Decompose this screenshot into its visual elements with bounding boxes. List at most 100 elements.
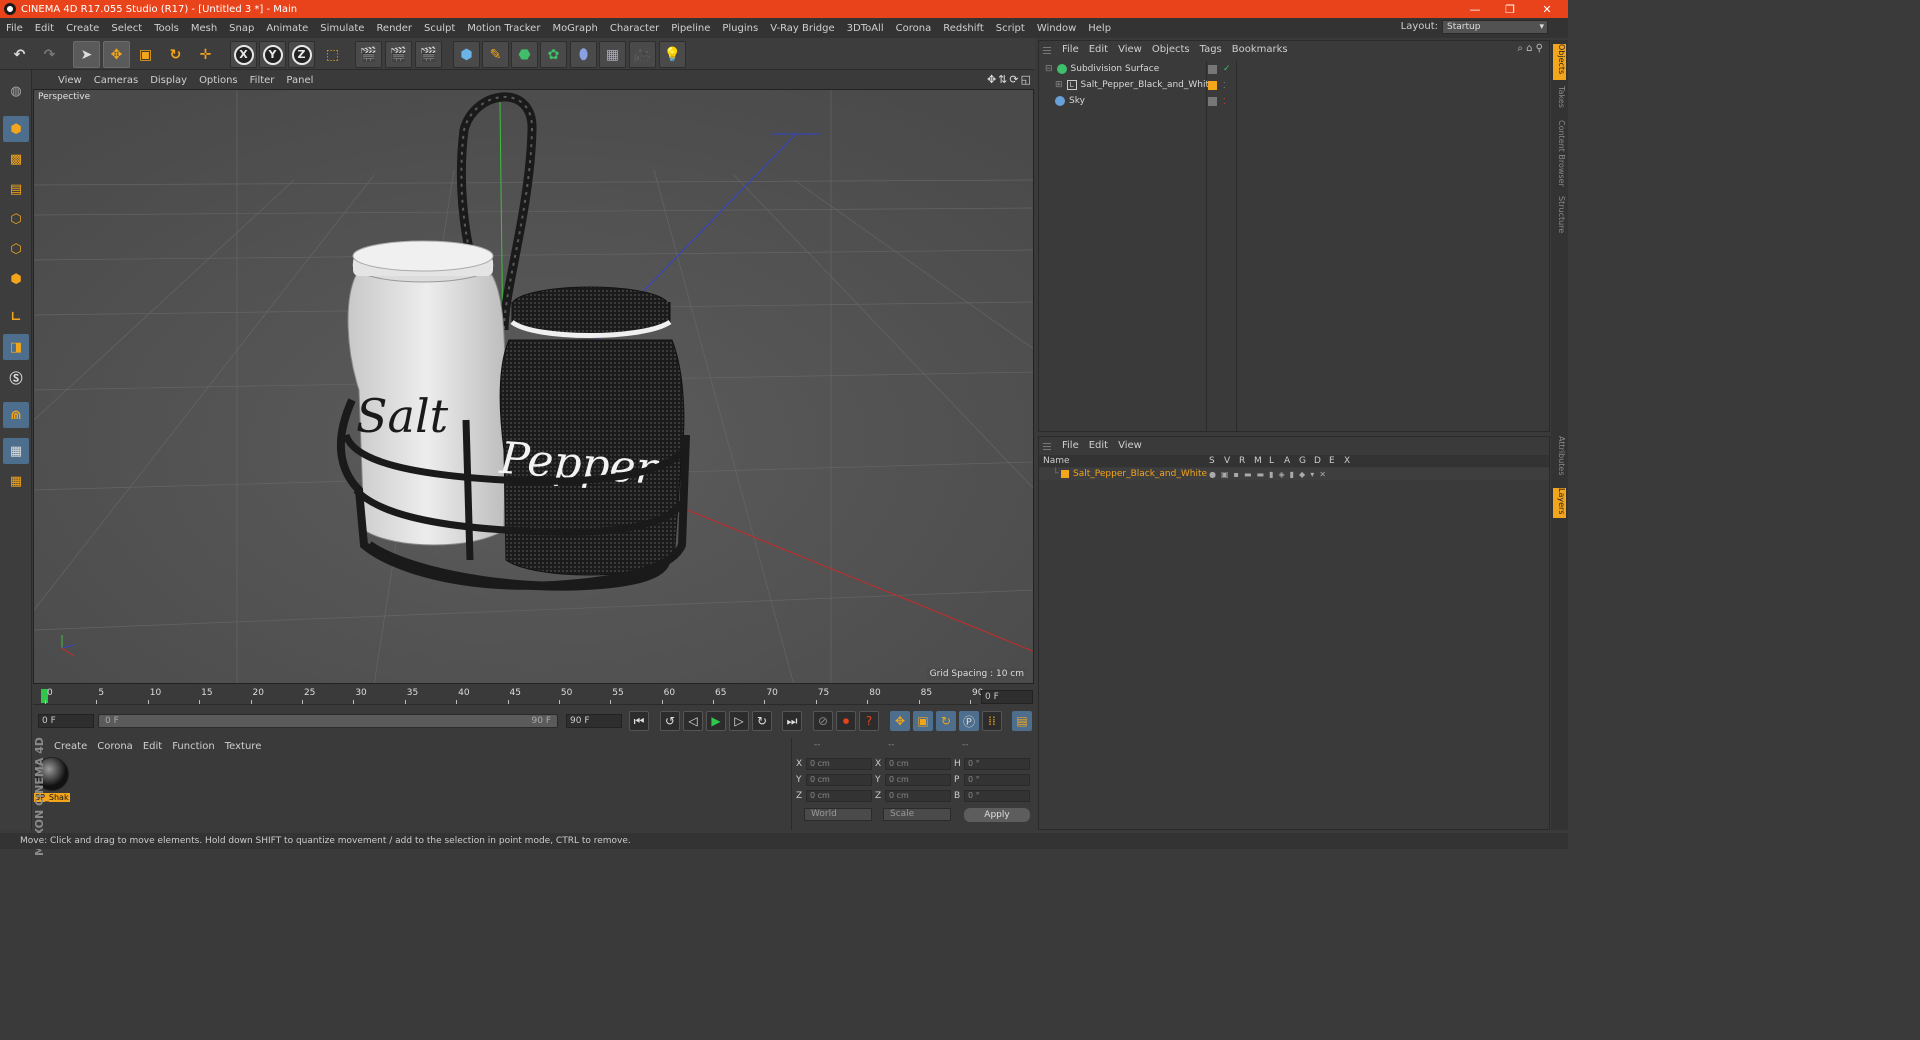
camera-button[interactable]: 🎥 — [629, 41, 656, 68]
y-axis-button[interactable]: Y — [259, 41, 286, 68]
timeline-window-button[interactable]: ▤ — [1012, 711, 1032, 731]
menu-window[interactable]: Window — [1031, 23, 1082, 34]
object-row[interactable]: ⊞ L Salt_Pepper_Black_and_White ⁚ — [1039, 77, 1549, 93]
layer-col-render[interactable]: R — [1239, 456, 1245, 466]
cube-button[interactable]: ⬢ — [453, 41, 480, 68]
layer-menu-file[interactable]: File — [1057, 440, 1084, 451]
object-name[interactable]: Salt_Pepper_Black_and_White — [1081, 80, 1215, 90]
tab-objects[interactable]: Objects — [1553, 44, 1566, 80]
live-selection-button[interactable]: ➤ — [73, 41, 100, 68]
go-to-end-button[interactable]: ⏭ — [782, 711, 802, 731]
menu-tools[interactable]: Tools — [148, 23, 185, 34]
material-menu-texture[interactable]: Texture — [220, 741, 267, 752]
planar-workplane-button[interactable]: ▦ — [3, 468, 29, 494]
coordinate-system-button[interactable]: ⬚ — [319, 41, 346, 68]
snap-button[interactable]: Ⓢ — [3, 364, 29, 390]
editor-visibility-icon[interactable] — [1208, 64, 1217, 74]
render-picture-viewer-button[interactable]: 🎬 — [385, 41, 412, 68]
edges-mode-button[interactable]: ⬡ — [3, 236, 29, 262]
next-frame-button[interactable]: ▷ — [729, 711, 749, 731]
editor-visibility-icon[interactable] — [1208, 96, 1217, 106]
layer-name[interactable]: Salt_Pepper_Black_and_White — [1073, 469, 1207, 479]
coord-rot-b-field[interactable]: 0 ° — [964, 790, 1030, 802]
model-mode-button[interactable]: ⬢ — [3, 116, 29, 142]
layer-col-animation[interactable]: A — [1284, 456, 1290, 466]
tab-structure[interactable]: Structure — [1553, 196, 1566, 240]
visibility-dots-icon[interactable]: ⁚ — [1223, 81, 1226, 90]
deformer-button[interactable]: ⬮ — [570, 41, 597, 68]
restore-button[interactable]: ❐ — [1493, 0, 1527, 18]
redo-button[interactable]: ↷ — [36, 41, 63, 68]
previous-frame-button[interactable]: ◁ — [683, 711, 703, 731]
layer-color-tag[interactable] — [1208, 80, 1217, 90]
menu-vray-bridge[interactable]: V-Ray Bridge — [764, 23, 840, 34]
autokeying-button[interactable]: ⏺ — [836, 711, 856, 731]
viewport-nav-icons[interactable]: ✥⇅⟳◱ — [987, 73, 1033, 86]
material-menu-edit[interactable]: Edit — [138, 741, 167, 752]
tab-content-browser[interactable]: Content Browser — [1553, 120, 1566, 190]
record-rotation-button[interactable]: ↻ — [936, 711, 956, 731]
floor-button[interactable]: ▦ — [599, 41, 626, 68]
object-name[interactable]: Sky — [1069, 96, 1085, 106]
menu-character[interactable]: Character — [604, 23, 665, 34]
menu-help[interactable]: Help — [1082, 23, 1117, 34]
layer-menu-edit[interactable]: Edit — [1084, 440, 1113, 451]
keyframe-selection-button[interactable]: ? — [859, 711, 879, 731]
end-frame-field[interactable]: 90 F — [566, 714, 622, 728]
next-key-button[interactable]: ↻ — [752, 711, 772, 731]
subdivision-button[interactable]: ⬣ — [511, 41, 538, 68]
coord-pos-y-field[interactable]: 0 cm — [806, 774, 872, 786]
visibility-dots-icon[interactable]: ⁚ — [1223, 97, 1226, 106]
go-to-start-button[interactable]: ⏮ — [629, 711, 649, 731]
menu-render[interactable]: Render — [370, 23, 418, 34]
light-button[interactable]: 💡 — [659, 41, 686, 68]
menu-sculpt[interactable]: Sculpt — [418, 23, 461, 34]
menu-edit[interactable]: Edit — [29, 23, 60, 34]
menu-mograph[interactable]: MoGraph — [546, 23, 603, 34]
layer-col-generators[interactable]: G — [1299, 456, 1306, 466]
play-button[interactable]: ▶ — [706, 711, 726, 731]
menu-plugins[interactable]: Plugins — [716, 23, 764, 34]
coord-size-z-field[interactable]: 0 cm — [885, 790, 951, 802]
viewport-menu-options[interactable]: Options — [193, 75, 244, 86]
coord-pos-z-field[interactable]: 0 cm — [806, 790, 872, 802]
menu-corona[interactable]: Corona — [890, 23, 938, 34]
object-menu-file[interactable]: File — [1057, 44, 1084, 55]
render-settings-button[interactable]: 🎬 — [415, 41, 442, 68]
viewport-menu-display[interactable]: Display — [144, 75, 193, 86]
tab-layers[interactable]: Layers — [1553, 488, 1566, 518]
record-scale-button[interactable]: ▣ — [913, 711, 933, 731]
menu-snap[interactable]: Snap — [223, 23, 260, 34]
object-name[interactable]: Subdivision Surface — [1071, 64, 1160, 74]
mograph-cloner-button[interactable]: ✿ — [540, 41, 567, 68]
polygons-mode-button[interactable]: ⬢ — [3, 266, 29, 292]
timeline-ruler[interactable]: 0 5 10 15 20 25 30 35 40 45 50 55 60 65 70 75 80 85 90 — [33, 688, 983, 705]
panel-grip-icon[interactable] — [1043, 441, 1051, 450]
previous-key-button[interactable]: ↺ — [660, 711, 680, 731]
layer-col-solo[interactable]: S — [1209, 456, 1215, 466]
layout-select[interactable]: Startup ▾ — [1442, 20, 1548, 34]
tab-attributes[interactable]: Attributes — [1553, 436, 1566, 482]
last-tool-button[interactable]: ✛ — [192, 41, 219, 68]
viewport-menu-panel[interactable]: Panel — [280, 75, 319, 86]
coord-mode-scale-select[interactable]: Scale — [883, 808, 951, 821]
object-row[interactable]: ⊟ Subdivision Surface ✓ — [1039, 61, 1549, 77]
object-menu-edit[interactable]: Edit — [1084, 44, 1113, 55]
start-frame-field[interactable]: 0 F — [38, 714, 94, 728]
coord-size-x-field[interactable]: 0 cm — [885, 758, 951, 770]
material-menu-function[interactable]: Function — [167, 741, 220, 752]
points-mode-button[interactable]: ⬡ — [3, 206, 29, 232]
rotate-tool-button[interactable]: ↻ — [162, 41, 189, 68]
record-parameter-button[interactable]: Ⓟ — [959, 711, 979, 731]
menu-animate[interactable]: Animate — [260, 23, 314, 34]
menu-mesh[interactable]: Mesh — [185, 23, 223, 34]
object-menu-bookmarks[interactable]: Bookmarks — [1227, 44, 1293, 55]
viewport-menu-filter[interactable]: Filter — [244, 75, 281, 86]
object-row[interactable]: Sky ⁚ — [1039, 93, 1549, 109]
coord-mode-world-select[interactable]: World — [804, 808, 872, 821]
layer-col-xref[interactable]: X — [1344, 456, 1350, 466]
layer-col-view[interactable]: V — [1224, 456, 1230, 466]
layer-color-swatch[interactable] — [1061, 470, 1069, 478]
layer-menu-view[interactable]: View — [1113, 440, 1147, 451]
scale-tool-button[interactable]: ▣ — [132, 41, 159, 68]
